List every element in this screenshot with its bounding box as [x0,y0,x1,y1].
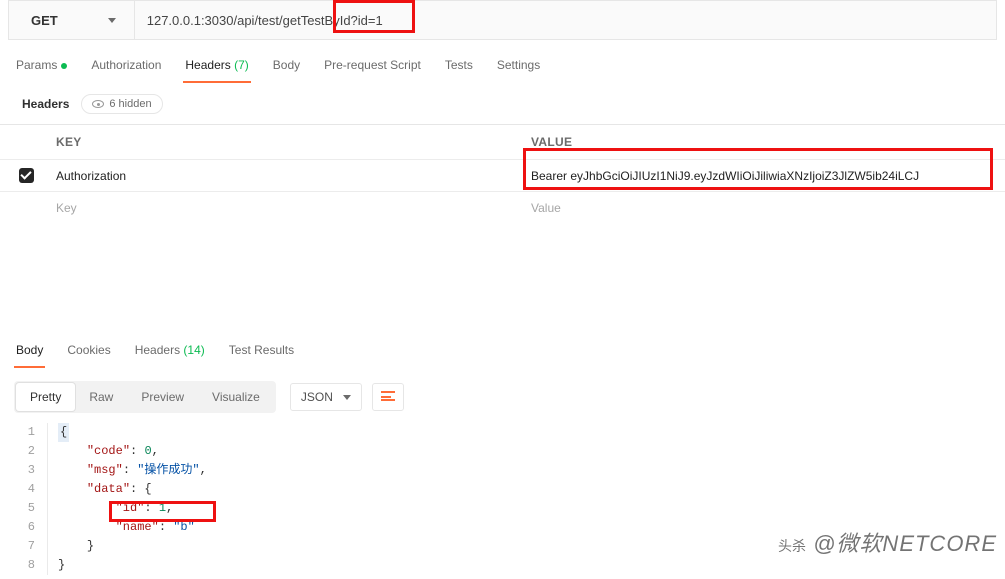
request-url-bar: GET [8,0,997,40]
url-input[interactable] [135,1,996,39]
tab-params[interactable]: Params [14,58,69,82]
code-line: "id": 1, [58,499,173,518]
tab-prerequest[interactable]: Pre-request Script [322,58,423,82]
code-line: { [58,423,69,442]
resp-tab-cookies[interactable]: Cookies [65,343,112,367]
tab-tests[interactable]: Tests [443,58,475,82]
headers-subheader: Headers 6 hidden [0,82,1005,124]
eye-icon [92,100,104,108]
resp-tab-body[interactable]: Body [14,343,45,367]
code-line: "name": "b" [58,518,195,537]
header-key-input[interactable]: Key [52,193,527,223]
http-method-select[interactable]: GET [9,1,135,39]
header-value-input[interactable]: Value [527,193,1005,223]
view-pretty[interactable]: Pretty [16,383,75,411]
response-tabs: Body Cookies Headers (14) Test Results [0,343,1005,367]
row-checkbox[interactable] [19,168,34,183]
code-line: "code": 0, [58,442,159,461]
tab-settings[interactable]: Settings [495,58,542,82]
resp-tab-headers[interactable]: Headers (14) [133,343,207,367]
code-line: "data": { [58,480,152,499]
headers-table: KEY VALUE Authorization Bearer eyJhbGciO… [0,124,1005,223]
request-tabs: Params Authorization Headers (7) Body Pr… [0,40,1005,82]
headers-title: Headers [22,97,69,111]
code-line: } [58,556,65,575]
resp-tab-test-results[interactable]: Test Results [227,343,296,367]
tab-authorization[interactable]: Authorization [89,58,163,82]
wrap-icon [381,391,395,401]
table-header-row: KEY VALUE [0,125,1005,159]
code-line: } [58,537,94,556]
format-select[interactable]: JSON [290,383,362,411]
watermark: 头杀 @微软NETCORE [778,526,997,558]
chevron-down-icon [108,18,116,23]
response-view-bar: Pretty Raw Preview Visualize JSON [0,367,1005,419]
tab-body[interactable]: Body [271,58,302,82]
active-dot-icon [61,63,67,69]
code-line: "msg": "操作成功", [58,461,207,480]
view-visualize[interactable]: Visualize [198,383,274,411]
tab-headers[interactable]: Headers (7) [183,58,250,82]
wrap-toggle[interactable] [372,383,404,411]
view-preview[interactable]: Preview [127,383,198,411]
table-row-empty[interactable]: Key Value [0,191,1005,223]
header-key-cell[interactable]: Authorization [52,161,527,191]
col-key: KEY [52,125,527,159]
view-mode-group: Pretty Raw Preview Visualize [14,381,276,413]
hidden-headers-toggle[interactable]: 6 hidden [81,94,162,114]
col-value: VALUE [527,125,1005,159]
chevron-down-icon [343,395,351,400]
http-method-label: GET [31,13,58,28]
table-row[interactable]: Authorization Bearer eyJhbGciOiJIUzI1NiJ… [0,159,1005,191]
view-raw[interactable]: Raw [75,383,127,411]
header-value-cell[interactable]: Bearer eyJhbGciOiJIUzI1NiJ9.eyJzdWIiOiJi… [527,161,1005,191]
